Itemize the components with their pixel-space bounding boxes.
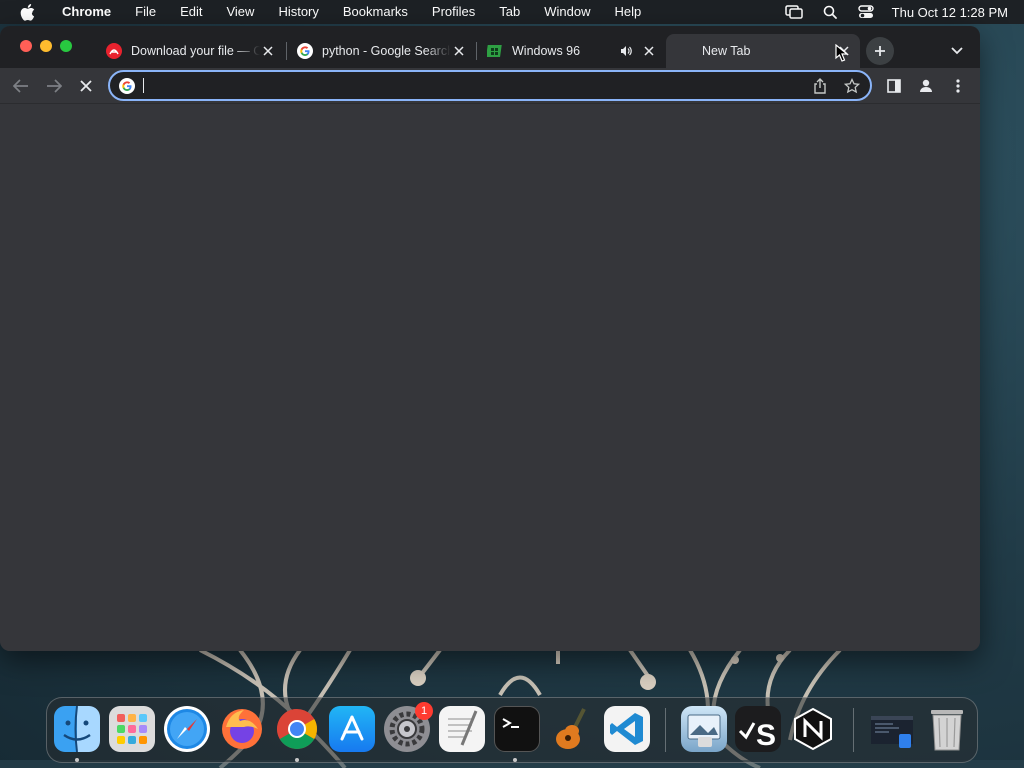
dock-app-store-icon[interactable] bbox=[329, 706, 375, 752]
window-minimize-button[interactable] bbox=[40, 40, 52, 52]
plus-icon bbox=[875, 46, 885, 56]
more-vert-icon bbox=[956, 79, 960, 93]
dock-launchpad-icon[interactable] bbox=[109, 706, 155, 752]
menu-history[interactable]: History bbox=[266, 0, 330, 24]
chrome-menu-button[interactable] bbox=[948, 76, 968, 96]
dock-separator bbox=[665, 708, 666, 752]
tab-windows-96[interactable]: Windows 96 bbox=[473, 34, 665, 68]
tab-close-icon[interactable] bbox=[260, 43, 276, 59]
tab-download-file[interactable]: Download your file — C bbox=[92, 34, 284, 68]
profile-button[interactable] bbox=[916, 76, 936, 96]
dock-nova-icon[interactable] bbox=[790, 706, 836, 752]
window-maximize-button[interactable] bbox=[60, 40, 72, 52]
tab-title: New Tab bbox=[702, 44, 751, 58]
browser-toolbar bbox=[0, 68, 980, 104]
running-indicator bbox=[295, 758, 299, 762]
side-panel-icon bbox=[887, 79, 901, 93]
menubar-clock[interactable]: Thu Oct 12 1:28 PM bbox=[892, 5, 1008, 20]
tab-title: Download your file — C bbox=[131, 44, 260, 58]
chrome-window: Download your file — C python - Google S… bbox=[0, 26, 980, 651]
tab-close-icon[interactable] bbox=[641, 43, 657, 59]
arrow-right-icon bbox=[47, 79, 62, 93]
menu-help[interactable]: Help bbox=[603, 0, 654, 24]
notification-badge: 1 bbox=[415, 702, 433, 720]
svg-text:S: S bbox=[756, 719, 776, 751]
stop-loading-button[interactable] bbox=[76, 76, 96, 96]
macos-menubar: Chrome File Edit View History Bookmarks … bbox=[0, 0, 1024, 24]
menu-profiles[interactable]: Profiles bbox=[420, 0, 487, 24]
menu-app-name[interactable]: Chrome bbox=[52, 0, 123, 24]
tab-title: Windows 96 bbox=[512, 44, 581, 58]
menu-window[interactable]: Window bbox=[532, 0, 602, 24]
audio-playing-icon[interactable] bbox=[619, 44, 633, 58]
dock-trash-icon[interactable] bbox=[924, 706, 970, 752]
dock-vscode-icon[interactable] bbox=[604, 706, 650, 752]
dock-script-editor-icon[interactable]: S bbox=[735, 706, 781, 752]
omnibox-input[interactable] bbox=[141, 73, 810, 98]
windows96-icon bbox=[487, 45, 502, 57]
google-icon bbox=[119, 77, 135, 94]
tab-strip: Download your file — C python - Google S… bbox=[0, 26, 980, 68]
dock-finder-icon[interactable] bbox=[54, 706, 100, 752]
star-icon bbox=[844, 77, 860, 93]
share-icon bbox=[814, 77, 826, 94]
bookmark-star-button[interactable] bbox=[842, 76, 862, 96]
running-indicator bbox=[75, 758, 79, 762]
arrow-left-icon bbox=[13, 79, 28, 93]
control-center-icon[interactable] bbox=[856, 4, 876, 20]
back-button[interactable] bbox=[11, 76, 31, 96]
dock-garageband-icon[interactable] bbox=[549, 706, 595, 752]
menu-view[interactable]: View bbox=[214, 0, 266, 24]
spotlight-search-icon[interactable] bbox=[820, 4, 840, 20]
text-caret bbox=[143, 78, 144, 93]
menu-bookmarks[interactable]: Bookmarks bbox=[331, 0, 420, 24]
dock-separator bbox=[853, 708, 854, 752]
menu-edit[interactable]: Edit bbox=[168, 0, 214, 24]
window-close-button[interactable] bbox=[20, 40, 32, 52]
forward-button[interactable] bbox=[44, 76, 64, 96]
adobe-acrobat-icon bbox=[106, 43, 122, 59]
address-bar[interactable] bbox=[108, 70, 872, 101]
dock-preview-icon[interactable] bbox=[681, 706, 727, 752]
dock-textedit-icon[interactable] bbox=[439, 706, 485, 752]
tab-new-tab[interactable]: New Tab bbox=[666, 34, 860, 68]
running-indicator bbox=[513, 758, 517, 762]
dock-firefox-icon[interactable] bbox=[219, 706, 265, 752]
tab-close-icon[interactable] bbox=[451, 43, 467, 59]
menu-file[interactable]: File bbox=[123, 0, 168, 24]
profile-avatar-icon bbox=[920, 79, 932, 92]
share-button[interactable] bbox=[810, 76, 830, 96]
dock-safari-icon[interactable] bbox=[164, 706, 210, 752]
tab-python-google-search[interactable]: python - Google Search bbox=[283, 34, 475, 68]
screen-mirroring-icon[interactable] bbox=[784, 4, 804, 20]
new-tab-button[interactable] bbox=[866, 37, 894, 65]
tab-title: python - Google Search bbox=[322, 44, 451, 58]
page-content bbox=[0, 104, 980, 651]
tab-search-button[interactable] bbox=[948, 42, 966, 60]
menu-tab[interactable]: Tab bbox=[487, 0, 532, 24]
google-icon bbox=[297, 43, 313, 59]
side-panel-button[interactable] bbox=[884, 76, 904, 96]
chevron-down-icon bbox=[951, 47, 963, 55]
close-icon bbox=[80, 80, 92, 92]
dock-chrome-icon[interactable] bbox=[274, 706, 320, 752]
dock-terminal-icon[interactable] bbox=[494, 706, 540, 752]
apple-menu-icon[interactable] bbox=[18, 3, 36, 21]
dock-minimized-window-icon[interactable] bbox=[869, 706, 915, 752]
macos-dock: 1 S bbox=[46, 697, 978, 763]
mouse-pointer-icon bbox=[835, 44, 849, 62]
